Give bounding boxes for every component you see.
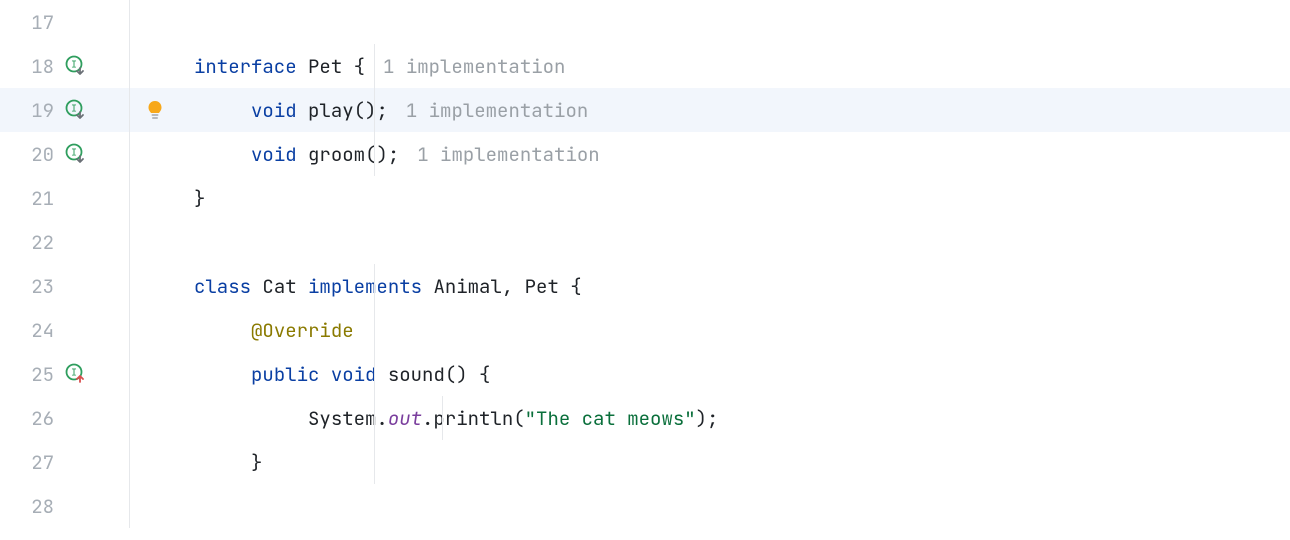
code-line[interactable]: 23 class Cat implements Animal, Pet { <box>0 264 1290 308</box>
gutter[interactable]: 23 <box>0 264 130 308</box>
svg-text:I: I <box>71 104 77 115</box>
lightbulb-icon[interactable] <box>144 99 166 121</box>
code-line[interactable]: 22 <box>0 220 1290 264</box>
line-number: 23 <box>10 274 54 299</box>
code-content[interactable]: } <box>180 176 1290 220</box>
gutter[interactable]: 22 <box>0 220 130 264</box>
code-line[interactable]: 27 } <box>0 440 1290 484</box>
code-content[interactable] <box>180 0 1290 44</box>
line-number: 26 <box>10 406 54 431</box>
gutter[interactable]: 24 <box>0 308 130 352</box>
code-line[interactable]: 20 I void groom(); 1 implementation <box>0 132 1290 176</box>
line-number: 27 <box>10 450 54 475</box>
gutter[interactable]: 26 <box>0 396 130 440</box>
code-line[interactable]: 28 <box>0 484 1290 528</box>
code-line[interactable]: 18 I interface Pet { 1 implementation <box>0 44 1290 88</box>
gutter[interactable]: 20 I <box>0 132 130 176</box>
implements-up-icon[interactable]: I <box>64 362 88 386</box>
line-number: 17 <box>10 10 54 35</box>
gutter[interactable]: 17 <box>0 0 130 44</box>
code-content[interactable]: @Override <box>180 308 1290 352</box>
bulb-column <box>130 0 180 44</box>
bulb-column <box>130 88 180 132</box>
code-content[interactable]: class Cat implements Animal, Pet { <box>180 264 1290 308</box>
implemented-icon[interactable]: I <box>64 54 88 78</box>
bulb-column <box>130 440 180 484</box>
gutter[interactable]: 21 <box>0 176 130 220</box>
bulb-column <box>130 132 180 176</box>
code-content[interactable]: void play(); 1 implementation <box>180 88 1290 132</box>
bulb-column <box>130 396 180 440</box>
code-content[interactable]: void groom(); 1 implementation <box>180 132 1290 176</box>
bulb-column <box>130 308 180 352</box>
code-content[interactable] <box>180 484 1290 528</box>
svg-text:I: I <box>71 148 77 159</box>
code-line[interactable]: 17 <box>0 0 1290 44</box>
bulb-column <box>130 220 180 264</box>
line-number: 28 <box>10 494 54 519</box>
bulb-column <box>130 352 180 396</box>
code-line[interactable]: 24 @Override <box>0 308 1290 352</box>
implemented-icon[interactable]: I <box>64 98 88 122</box>
gutter[interactable]: 18 I <box>0 44 130 88</box>
line-number: 21 <box>10 186 54 211</box>
code-content[interactable] <box>180 220 1290 264</box>
implemented-icon[interactable]: I <box>64 142 88 166</box>
code-content[interactable]: } <box>180 440 1290 484</box>
line-number: 19 <box>10 98 54 123</box>
code-content[interactable]: public void sound() { <box>180 352 1290 396</box>
code-line-active[interactable]: 19 I void play(); 1 impleme <box>0 88 1290 132</box>
line-number: 22 <box>10 230 54 255</box>
inlay-hint[interactable]: 1 implementation <box>417 142 599 167</box>
inlay-hint[interactable]: 1 implementation <box>383 54 565 79</box>
line-number: 25 <box>10 362 54 387</box>
line-number: 20 <box>10 142 54 167</box>
bulb-column <box>130 44 180 88</box>
bulb-column <box>130 264 180 308</box>
svg-text:I: I <box>71 60 77 71</box>
code-line[interactable]: 21 } <box>0 176 1290 220</box>
gutter[interactable]: 28 <box>0 484 130 528</box>
gutter[interactable]: 27 <box>0 440 130 484</box>
code-editor[interactable]: 17 18 I interface Pet { 1 implementation <box>0 0 1290 528</box>
code-content[interactable]: interface Pet { 1 implementation <box>180 44 1290 88</box>
svg-text:I: I <box>71 368 77 379</box>
line-number: 18 <box>10 54 54 79</box>
code-content[interactable]: System.out.println("The cat meows"); <box>180 396 1290 440</box>
code-line[interactable]: 25 I public void sound() { <box>0 352 1290 396</box>
gutter[interactable]: 25 I <box>0 352 130 396</box>
code-line[interactable]: 26 System.out.println("The cat meows"); <box>0 396 1290 440</box>
bulb-column <box>130 484 180 528</box>
line-number: 24 <box>10 318 54 343</box>
bulb-column <box>130 176 180 220</box>
gutter[interactable]: 19 I <box>0 88 130 132</box>
inlay-hint[interactable]: 1 implementation <box>406 98 588 123</box>
